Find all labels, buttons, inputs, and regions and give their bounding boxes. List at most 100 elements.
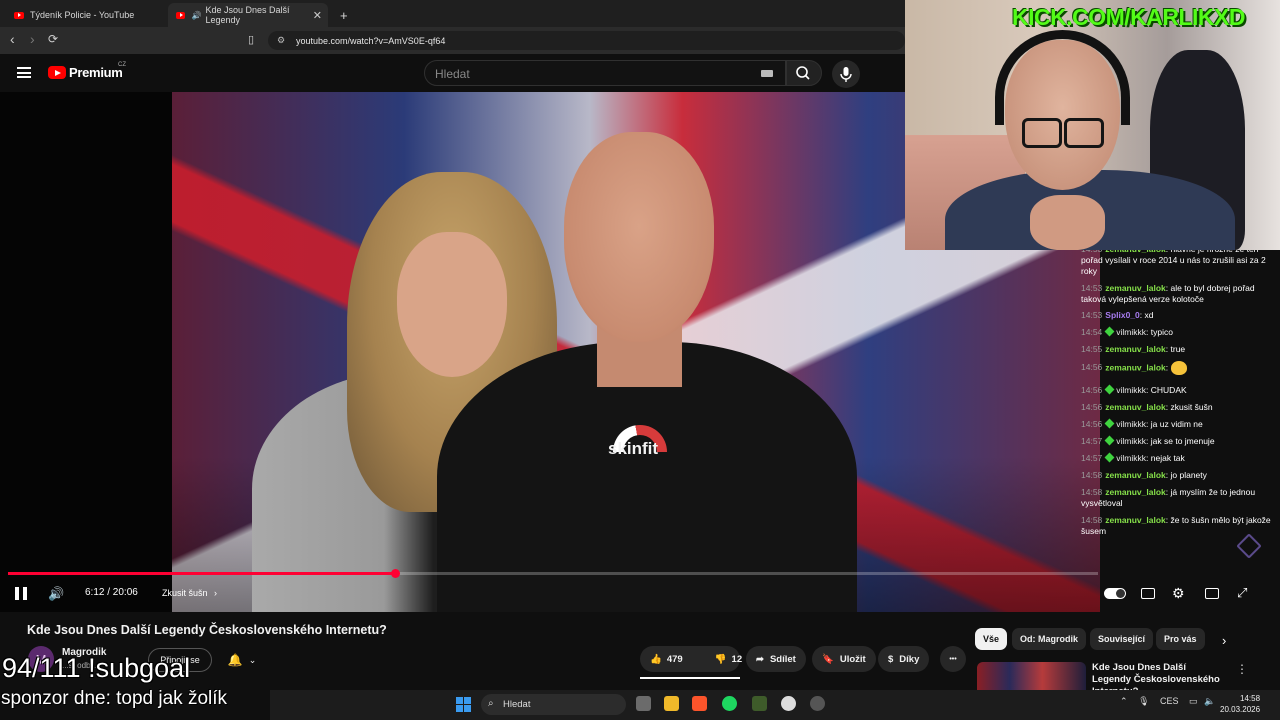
miniplayer-icon[interactable] — [1205, 588, 1219, 599]
chat-username[interactable]: Splix0_0 — [1105, 310, 1140, 320]
like-count: 479 — [666, 653, 683, 665]
notifications-button[interactable]: 🔔 ⌄ — [218, 648, 266, 672]
chat-text: zkusit šušn — [1170, 402, 1213, 412]
pause-icon[interactable] — [15, 587, 27, 600]
tab-label: Týdeník Policie - YouTube — [30, 10, 135, 20]
chat-text: jak se to jmenuje — [1150, 436, 1215, 446]
recommended-thumbnail[interactable] — [977, 662, 1086, 690]
chat-timestamp: 14:57 — [1081, 453, 1103, 463]
fullscreen-icon[interactable]: ⤢ — [1237, 585, 1247, 601]
bookmark-icon[interactable]: ▯ — [248, 33, 254, 46]
file-explorer-icon[interactable] — [664, 696, 679, 711]
taskbar-search[interactable]: ⌕ Hledat — [481, 694, 626, 715]
chevron-right-icon: › — [214, 588, 218, 598]
address-bar[interactable]: ⚙ youtube.com/watch?v=AmVS0E-qf64 — [268, 31, 905, 50]
autoplay-toggle[interactable] — [1104, 588, 1126, 599]
chat-timestamp: 14:58 — [1081, 470, 1103, 480]
new-tab-button[interactable]: + — [332, 3, 356, 27]
network-icon[interactable]: ▭ — [1189, 696, 1198, 706]
subscriber-badge-icon — [1104, 418, 1115, 429]
chip-related[interactable]: Související — [1090, 628, 1154, 650]
volume-icon[interactable]: 🔊 — [48, 586, 64, 602]
chat-message: 14:56 vilmikkk: ja uz vidim ne — [1081, 418, 1276, 430]
subscriber-badge-icon — [1104, 452, 1115, 463]
chat-username[interactable]: zemanuv_lalok — [1105, 402, 1165, 412]
chip-all[interactable]: Vše — [975, 628, 1008, 650]
save-label: Uložit — [839, 653, 866, 665]
chat-username[interactable]: zemanuv_lalok — [1105, 515, 1165, 525]
chat-username[interactable]: zemanuv_lalok — [1105, 362, 1165, 372]
chat-username[interactable]: vilmikkk — [1116, 419, 1146, 429]
menu-icon[interactable] — [17, 67, 31, 78]
clock-date: 20.03.2026 — [1220, 705, 1261, 714]
chevron-down-icon: ⌄ — [248, 654, 257, 665]
microphone-icon[interactable]: 🎙 — [1138, 696, 1149, 706]
site-info-icon[interactable]: ⚙ — [277, 35, 285, 46]
tab-kde-jsou-dnes[interactable]: 🔊 Kde Jsou Dnes Další Legendy ✕ — [168, 3, 328, 27]
obs-icon[interactable] — [810, 696, 825, 711]
chat-username[interactable]: zemanuv_lalok — [1105, 470, 1165, 480]
like-button[interactable]: 👍 479 — [640, 654, 693, 665]
chat-username[interactable]: vilmikkk — [1116, 436, 1146, 446]
stream-chat: 14:53zemanuv_lalok: hlavně je hrozné že … — [1075, 244, 1280, 550]
chat-timestamp: 14:53 — [1081, 310, 1103, 320]
chat-username[interactable]: vilmikkk — [1116, 453, 1146, 463]
reload-icon[interactable]: ⟳ — [48, 32, 58, 46]
chat-username[interactable]: vilmikkk — [1116, 327, 1146, 337]
settings-gear-icon[interactable]: ⚙ — [1172, 585, 1185, 602]
taskbar-clock[interactable]: 14:58 20.03.2026 — [1220, 693, 1260, 715]
system-tray[interactable]: ⌃ 🎙 CES ▭ 🔈 — [1120, 696, 1215, 707]
search-button[interactable] — [786, 60, 822, 86]
clock-time: 14:58 — [1240, 694, 1261, 703]
chip-from-channel[interactable]: Od: Magrodik — [1012, 628, 1086, 650]
chevron-right-icon[interactable]: › — [1222, 633, 1226, 648]
chat-timestamp: 14:57 — [1081, 436, 1103, 446]
app-icon[interactable] — [781, 696, 796, 711]
tab-label: Kde Jsou Dnes Další Legendy — [205, 5, 290, 25]
chapter-button[interactable]: Zkusit šušn › — [162, 588, 217, 598]
youtube-logo-icon[interactable] — [48, 66, 66, 79]
chat-text: xd — [1144, 310, 1154, 320]
chat-timestamp: 14:56 — [1081, 362, 1103, 373]
share-button[interactable]: ➦ Sdílet — [746, 646, 806, 672]
chat-username[interactable]: zemanuv_lalok — [1105, 487, 1165, 497]
chat-timestamp: 14:55 — [1081, 344, 1103, 354]
chat-message: 14:55 zemanuv_lalok: true — [1081, 344, 1276, 355]
chevron-up-icon[interactable]: ⌃ — [1120, 696, 1128, 706]
logo-region: CZ — [118, 62, 126, 68]
speaker-icon[interactable]: 🔈 — [1204, 696, 1215, 706]
search-input[interactable]: Hledat — [424, 60, 786, 86]
chat-text: typico — [1150, 327, 1173, 337]
tab-tydenik-policie[interactable]: Týdeník Policie - YouTube — [6, 3, 166, 27]
kick-url-overlay: KICK.COM/KARLIKXD — [1012, 4, 1246, 30]
chat-username[interactable]: vilmikkk — [1116, 385, 1146, 395]
more-vert-icon[interactable]: ⋮ — [1236, 662, 1248, 676]
time-display: 6:12 / 20:06 — [85, 587, 138, 598]
back-icon[interactable]: ‹ — [10, 31, 15, 47]
progress-scrubber[interactable] — [391, 569, 400, 578]
chip-for-you[interactable]: Pro vás — [1156, 628, 1205, 650]
more-actions-button[interactable]: ••• — [940, 646, 966, 672]
spotify-icon[interactable] — [722, 696, 737, 711]
task-view-icon[interactable] — [636, 696, 651, 711]
language-indicator[interactable]: CES — [1160, 696, 1179, 706]
chat-timestamp: 14:58 — [1081, 487, 1103, 497]
thanks-button[interactable]: $ Díky — [878, 646, 930, 672]
brave-browser-icon[interactable] — [692, 696, 707, 711]
forward-icon[interactable]: › — [30, 31, 35, 47]
emote-icon — [1170, 361, 1187, 375]
keyboard-icon[interactable] — [761, 70, 773, 77]
chat-message: 14:56 zemanuv_lalok: — [1081, 361, 1276, 375]
close-tab-icon[interactable]: ✕ — [313, 9, 322, 22]
chat-username[interactable]: zemanuv_lalok — [1105, 283, 1165, 293]
subtitles-icon[interactable] — [1141, 588, 1155, 599]
save-button[interactable]: 🔖 Uložit — [812, 646, 876, 672]
like-dislike-group: 👍 479 👎 12 — [640, 646, 742, 672]
thanks-label: Díky — [899, 653, 920, 665]
app-icon[interactable] — [752, 696, 767, 711]
voice-search-button[interactable] — [832, 60, 860, 88]
chat-username[interactable]: zemanuv_lalok — [1105, 344, 1165, 354]
windows-start-icon[interactable] — [456, 697, 471, 712]
url-text: youtube.com/watch?v=AmVS0E-qf64 — [296, 35, 446, 46]
dislike-button[interactable]: 👎 12 — [705, 654, 752, 665]
